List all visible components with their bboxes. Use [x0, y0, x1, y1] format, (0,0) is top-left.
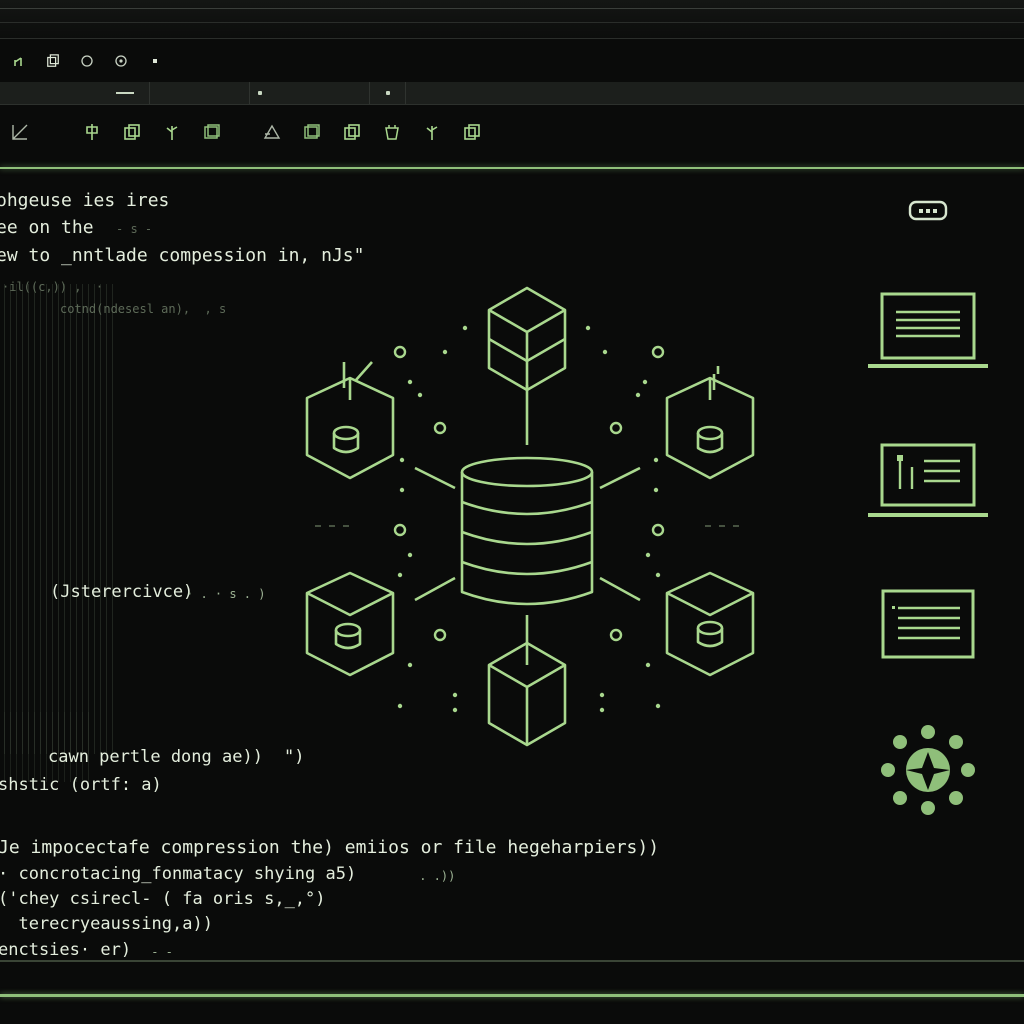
- top-strip-line: [0, 22, 1024, 23]
- tab-1-marker: [115, 92, 134, 94]
- editor-line: cawn pertle dong ae)): [48, 747, 263, 767]
- triangle-icon[interactable]: [260, 120, 284, 144]
- pin-icon[interactable]: [80, 120, 104, 144]
- editor-line: · concrotacing_fonmatacy shying a5): [0, 864, 357, 884]
- editor-line-faint: · . · s . ): [186, 587, 266, 601]
- editor-line-faint: ·il((c,)) , ·: [2, 280, 104, 294]
- editor-line: shstic (ortf: a): [0, 775, 162, 795]
- header-divider: [0, 167, 1024, 169]
- slash-box-icon[interactable]: [8, 120, 32, 144]
- tab-5[interactable]: [406, 82, 412, 104]
- cylinder-box-icon: [665, 366, 755, 480]
- tab-3-marker: [258, 91, 262, 95]
- database-icon: [460, 456, 594, 606]
- tab-2[interactable]: [150, 82, 250, 104]
- connector-line: [599, 576, 641, 602]
- editor-line: Je impocectafe compression the) emiios o…: [0, 837, 660, 858]
- plant-icon[interactable]: [420, 120, 444, 144]
- editor-line: "): [284, 747, 305, 767]
- tab-4[interactable]: [370, 82, 406, 104]
- tab-bar: [0, 82, 1024, 105]
- top-window-strip: [0, 0, 1024, 39]
- status-bar: [0, 994, 1024, 997]
- editor-line: (Jsterercivce): [50, 582, 194, 602]
- layers-icon[interactable]: [200, 120, 224, 144]
- editor-line: ew to _nntlade compession in, nJs": [0, 245, 365, 266]
- editor-bottom-divider: [0, 960, 1024, 962]
- copy-box-icon[interactable]: [120, 120, 144, 144]
- editor-line: ee on the: [0, 217, 94, 238]
- laptop-chart-icon[interactable]: [866, 441, 992, 523]
- connector-line: [414, 466, 456, 490]
- dot-icon[interactable]: [148, 54, 162, 68]
- window-titlebar: [0, 42, 1024, 80]
- tab-1[interactable]: [0, 82, 150, 104]
- editor-line-faint: . .)): [412, 869, 456, 883]
- editor-line: terecryeaussing,a)): [0, 914, 213, 934]
- editor-line-faint: - -: [144, 945, 173, 959]
- editor-line-faint: - s -: [116, 222, 153, 236]
- layers-icon[interactable]: [300, 120, 324, 144]
- database-network-diagram: [305, 286, 755, 747]
- cylinder-box-icon: [305, 361, 395, 480]
- connector-line: [599, 466, 641, 490]
- toolbar: [0, 112, 1024, 152]
- cylinder-box-icon: [305, 571, 395, 677]
- copy-icon[interactable]: [46, 54, 60, 68]
- code-minimap: [4, 284, 114, 754]
- cylinder-box-icon: [665, 571, 755, 677]
- copy-box-icon[interactable]: [340, 120, 364, 144]
- editor-line: ohgeuse ies ires: [0, 190, 170, 211]
- editor-line: ('chey csirecl- ( fa oris s,_,°): [0, 889, 326, 909]
- app-icon[interactable]: [12, 54, 26, 68]
- editor-line: enctsies· er): [0, 940, 132, 960]
- panel-list-icon[interactable]: [880, 588, 976, 660]
- circle-icon[interactable]: [80, 54, 94, 68]
- cup-icon[interactable]: [380, 120, 404, 144]
- laptop-icon[interactable]: [866, 290, 992, 374]
- cube-icon: [487, 286, 567, 392]
- plant-icon[interactable]: [160, 120, 184, 144]
- tab-3[interactable]: [250, 82, 370, 104]
- tab-4-marker: [385, 91, 390, 95]
- connector-line: [414, 576, 456, 602]
- flower-icon[interactable]: [878, 722, 978, 822]
- editor-line-faint: cotnd(ndesesl an), , s: [60, 302, 227, 316]
- circle-dot-icon[interactable]: [114, 54, 128, 68]
- chat-bubble-icon[interactable]: [908, 199, 950, 223]
- copy-box-icon[interactable]: [460, 120, 484, 144]
- top-strip-line: [0, 8, 1024, 9]
